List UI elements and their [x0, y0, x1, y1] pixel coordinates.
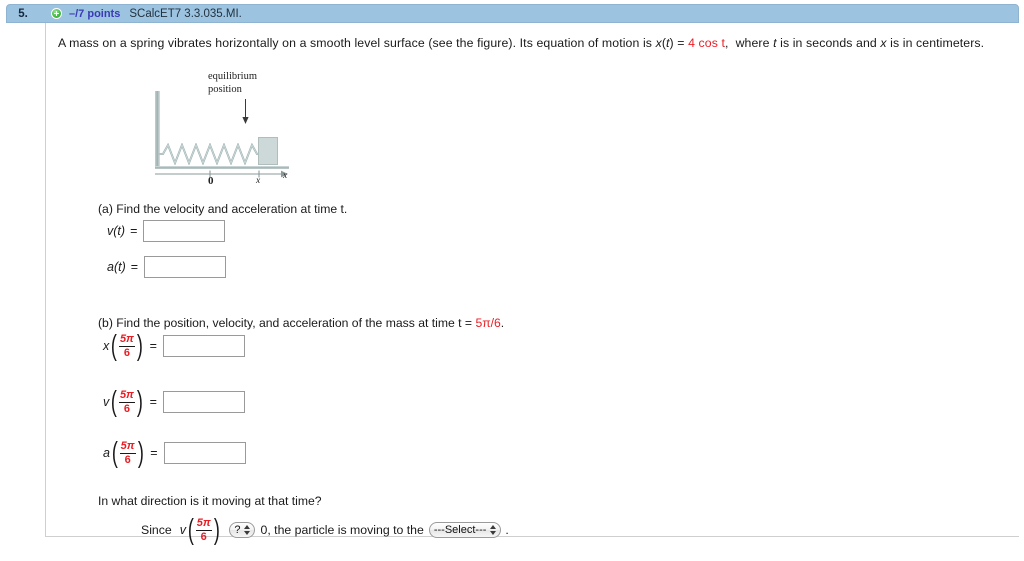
- figure-equilibrium-line1: equilibrium: [208, 71, 257, 82]
- fraction-denominator: 6: [123, 347, 130, 359]
- part-a-prompt: (a) Find the velocity and acceleration a…: [98, 202, 347, 216]
- stem-text-after: , where t is in seconds and x is in cent…: [725, 36, 985, 50]
- fraction-5pi-over-6: 5π 6: [118, 333, 135, 359]
- question-stem: A mass on a spring vibrates horizontally…: [58, 36, 984, 50]
- answer-row-vt: v(t) =: [107, 220, 226, 242]
- problem-code-label: SCalcET7 3.3.035.MI.: [129, 7, 242, 20]
- func-name-a: a: [103, 446, 110, 460]
- part-b-prompt: (b) Find the position, velocity, and acc…: [98, 316, 504, 330]
- question-number: 5.: [18, 7, 28, 20]
- since-statement-row: Since v ( 5π 6 ) ? 0, the particle is mo…: [141, 514, 509, 546]
- fraction-numerator: 5π: [119, 389, 134, 401]
- question-container: 5. –/7 points SCalcET7 3.3.035.MI. A mas…: [6, 4, 1019, 545]
- func-name-v: v: [103, 395, 110, 409]
- since-word: Since: [141, 523, 172, 537]
- figure-tick-label-zero: 0: [208, 175, 214, 187]
- figure-equilibrium-arrow-icon: [242, 99, 249, 124]
- mass-spring-figure: equilibrium position 0 x x: [146, 69, 311, 187]
- answer-input-x[interactable]: [162, 335, 245, 357]
- question-header-bar: 5. –/7 points SCalcET7 3.3.035.MI.: [6, 4, 1019, 23]
- label-v-fraction: v ( 5π 6 ): [103, 386, 143, 418]
- comparison-select-value: ?: [234, 524, 241, 536]
- part-b-prompt-after: .: [500, 316, 505, 330]
- stepper-arrows-icon: [490, 525, 497, 535]
- question-body: A mass on a spring vibrates horizontally…: [6, 23, 1019, 545]
- answer-input-vt[interactable]: [143, 220, 226, 242]
- answer-row-v-fraction: v ( 5π 6 ) =: [103, 386, 245, 418]
- left-rule-divider: [45, 23, 46, 537]
- figure-mass-block: [258, 137, 278, 165]
- stem-equation-var: (xt): [661, 36, 674, 50]
- answer-row-x-fraction: x ( 5π 6 ) =: [103, 330, 245, 362]
- fraction-5pi-over-6: 5π 6: [119, 440, 136, 466]
- fraction-numerator: 5π: [196, 517, 211, 529]
- part-a-prompt-text: (a) Find the velocity and acceleration a…: [98, 202, 348, 216]
- equals-x: =: [149, 339, 157, 353]
- label-x-fraction: x ( 5π 6 ): [103, 330, 143, 362]
- figure-x-axis: [155, 170, 288, 178]
- fraction-5pi-over-6: 5π 6: [118, 389, 135, 415]
- equals-a: =: [150, 446, 158, 460]
- equals-vt: =: [130, 224, 138, 238]
- comparison-select[interactable]: ?: [229, 522, 256, 538]
- figure-equilibrium-label: equilibrium position: [208, 71, 257, 96]
- direction-prompt-text: In what direction is it moving at that t…: [98, 494, 322, 508]
- fraction-denominator: 6: [124, 454, 131, 466]
- stem-text-before: A mass on a spring vibrates horizontally…: [58, 36, 656, 50]
- figure-equilibrium-line2: position: [208, 83, 242, 95]
- answer-input-a[interactable]: [163, 442, 246, 464]
- answer-row-at: a(t) =: [107, 256, 227, 278]
- fraction-denominator: 6: [123, 403, 130, 415]
- direction-select[interactable]: ---Select---: [428, 522, 502, 538]
- figure-spring-icon: [158, 143, 270, 165]
- fraction-numerator: 5π: [119, 333, 134, 345]
- answer-row-a-fraction: a ( 5π 6 ) =: [103, 437, 246, 469]
- equals-v: =: [149, 395, 157, 409]
- direction-prompt: In what direction is it moving at that t…: [98, 494, 322, 508]
- part-b-prompt-time: 5π/6: [475, 316, 501, 330]
- label-v-fraction-since: v ( 5π 6 ): [179, 514, 220, 546]
- label-a-fraction: a ( 5π 6 ): [103, 437, 144, 469]
- fraction-denominator: 6: [200, 531, 207, 543]
- plus-circle-icon[interactable]: [51, 8, 62, 19]
- direction-select-value: ---Select---: [433, 524, 487, 536]
- points-label: –/7 points: [69, 7, 121, 20]
- figure-axis-label-x: x: [283, 171, 288, 181]
- answer-input-at[interactable]: [144, 256, 227, 278]
- stem-equation-rhs: 4 cos t: [688, 36, 726, 50]
- since-middle-text: 0, the particle is moving to the: [260, 523, 424, 537]
- trailing-period: .: [505, 523, 509, 537]
- answer-input-v[interactable]: [162, 391, 245, 413]
- func-name-v-since: v: [179, 523, 187, 537]
- stem-equals: =: [673, 36, 689, 50]
- fraction-5pi-over-6: 5π 6: [195, 517, 212, 543]
- label-vt: v(t): [107, 224, 126, 238]
- stepper-arrows-icon: [244, 525, 251, 535]
- func-name-x: x: [103, 339, 110, 353]
- figure-tick-label-x: x: [256, 176, 261, 186]
- fraction-numerator: 5π: [120, 440, 135, 452]
- part-b-prompt-before: (b) Find the position, velocity, and acc…: [98, 316, 476, 330]
- label-at: a(t): [107, 260, 126, 274]
- equals-at: =: [130, 260, 139, 274]
